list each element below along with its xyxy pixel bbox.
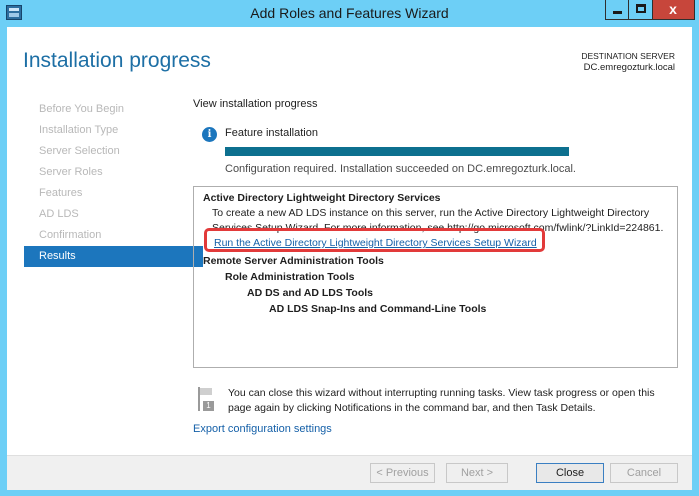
feature-installation-title: Feature installation [225, 127, 318, 139]
close-window-button[interactable]: x [653, 0, 695, 20]
result-description-line-1: To create a new AD LDS instance on this … [212, 207, 650, 219]
info-icon: i [202, 127, 217, 142]
wizard-window: Add Roles and Features Wizard x Installa… [0, 0, 699, 496]
progress-status-text: Configuration required. Installation suc… [225, 163, 576, 175]
maximize-icon [636, 4, 646, 13]
installation-progress-bar [225, 147, 569, 156]
nav-item-server-selection: Server Selection [39, 145, 120, 157]
results-list[interactable]: Active Directory Lightweight Directory S… [193, 186, 678, 368]
nav-item-before-you-begin: Before You Begin [39, 103, 125, 115]
wizard-footer: < Previous Next > Close Cancel [7, 455, 692, 490]
notice-text: You can close this wizard without interr… [228, 387, 655, 414]
window-title: Add Roles and Features Wizard [250, 5, 449, 21]
result-item-role-admin-tools: Role Administration Tools [225, 271, 355, 283]
nav-item-installation-type: Installation Type [39, 124, 119, 136]
result-item-ad-lds: Active Directory Lightweight Directory S… [203, 192, 441, 204]
result-item-snap-ins: AD LDS Snap-Ins and Command-Line Tools [269, 303, 487, 315]
destination-server-label: DESTINATION SERVER [581, 51, 675, 61]
close-icon: x [669, 1, 677, 17]
close-button[interactable]: Close [536, 463, 604, 483]
previous-button[interactable]: < Previous [370, 463, 435, 483]
page-title: Installation progress [23, 49, 211, 72]
export-configuration-link[interactable]: Export configuration settings [193, 423, 332, 435]
minimize-icon [613, 11, 622, 14]
wizard-body: Installation progress DESTINATION SERVER… [7, 27, 692, 490]
result-item-ad-ds-lds-tools: AD DS and AD LDS Tools [247, 287, 373, 299]
cancel-button[interactable]: Cancel [610, 463, 678, 483]
minimize-button[interactable] [605, 0, 629, 20]
maximize-button[interactable] [629, 0, 653, 20]
progress-fill [225, 147, 569, 156]
next-button[interactable]: Next > [446, 463, 508, 483]
section-label: View installation progress [193, 98, 318, 110]
nav-item-ad-lds: AD LDS [39, 208, 79, 220]
nav-item-features: Features [39, 187, 83, 199]
highlight-annotation [204, 228, 545, 252]
title-bar[interactable]: Add Roles and Features Wizard x [0, 0, 699, 26]
nav-item-confirmation: Confirmation [39, 229, 102, 241]
destination-server-value: DC.emregozturk.local [583, 62, 675, 73]
nav-item-server-roles: Server Roles [39, 166, 103, 178]
result-item-rsat: Remote Server Administration Tools [203, 255, 384, 267]
nav-item-results[interactable]: Results [24, 246, 203, 267]
wizard-nav: Before You Begin Installation Type Serve… [24, 99, 203, 267]
notification-badge: 1 [203, 401, 214, 411]
